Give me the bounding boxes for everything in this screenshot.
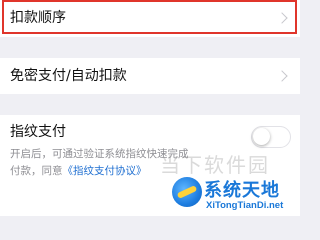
logo-cn-text: 系统天地: [204, 180, 280, 201]
no-password-pay-row[interactable]: 免密支付/自动扣款: [0, 58, 300, 94]
fingerprint-pay-label: 指纹支付: [10, 124, 66, 140]
logo-globe-icon: [172, 177, 202, 207]
watermark-text: 当下软件园: [160, 153, 270, 177]
no-password-pay-label: 免密支付/自动扣款: [10, 68, 127, 84]
toggle-knob: [253, 128, 270, 145]
fingerprint-agreement-link[interactable]: 《指纹支付协议》: [63, 165, 147, 177]
chevron-right-icon: [276, 70, 288, 82]
logo-en-text: XiTongTianDi.net: [206, 200, 284, 211]
payment-order-label: 扣款顺序: [10, 10, 66, 26]
payment-order-row[interactable]: 扣款顺序: [0, 0, 300, 37]
fingerprint-pay-toggle[interactable]: [251, 126, 291, 148]
description-line-2: 付款，同意: [10, 165, 63, 177]
site-logo: 系统天地 XiTongTianDi.net: [172, 175, 300, 216]
